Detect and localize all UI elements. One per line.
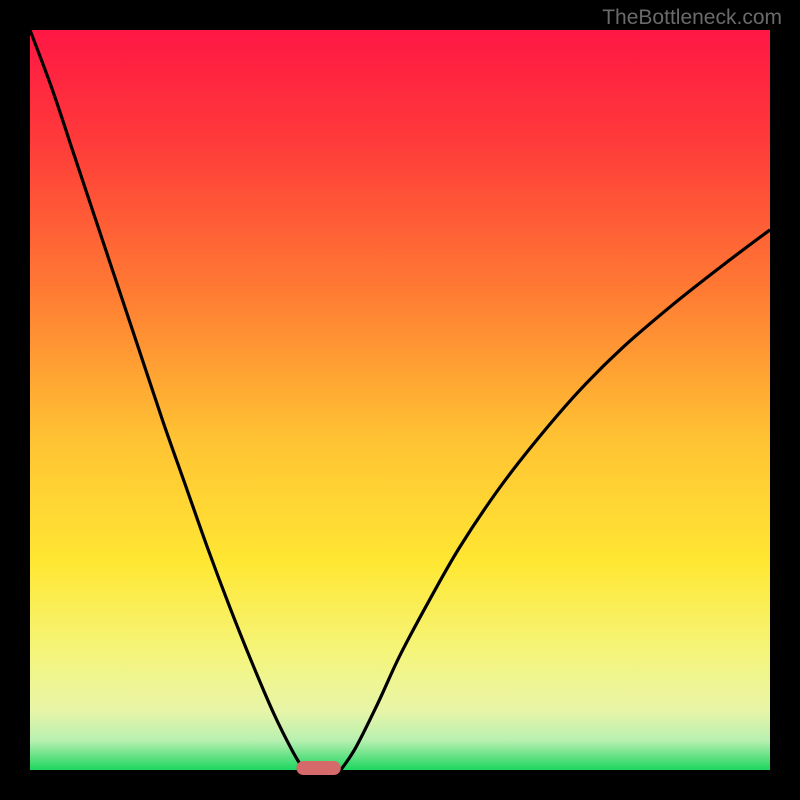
bottom-marker	[296, 761, 340, 775]
chart-svg	[0, 0, 800, 800]
watermark-text: TheBottleneck.com	[602, 6, 782, 30]
chart-container: TheBottleneck.com	[0, 0, 800, 800]
plot-background	[30, 30, 770, 770]
